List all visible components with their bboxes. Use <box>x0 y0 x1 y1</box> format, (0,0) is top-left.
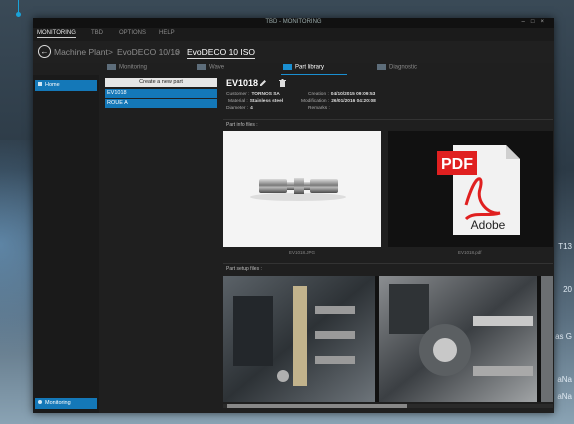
info-creation: Creation :04/10/2015 09:09:53 <box>308 92 375 97</box>
window-title: TBD - MONITORING <box>265 19 322 25</box>
crumb-evodeco-1010[interactable]: EvoDECO 10/10 <box>117 47 180 57</box>
crumb-separator: > <box>175 47 180 57</box>
tab-label: Wave <box>209 64 225 71</box>
sidebar-item-label: Home <box>45 82 60 88</box>
info-modification: Modification :26/01/2016 04:20:08 <box>301 99 376 104</box>
edit-pencil-icon[interactable] <box>259 79 267 87</box>
minimize-button[interactable]: – <box>522 19 531 25</box>
wave-icon <box>197 64 206 70</box>
home-icon <box>38 82 42 86</box>
crumb-separator: > <box>108 47 113 57</box>
tab-diagnostic[interactable]: Diagnostic <box>377 64 417 71</box>
info-label: Remarks : <box>308 106 330 111</box>
setup-files-strip <box>223 276 553 402</box>
background-text: T13 <box>558 242 572 251</box>
info-label: Material : <box>228 99 248 104</box>
info-value: 26/01/2016 04:20:08 <box>331 99 376 104</box>
title-bar: TBD - MONITORING –□× <box>33 18 554 28</box>
file-caption: EV1018.JPG <box>289 250 316 255</box>
info-value: 04/10/2015 09:09:53 <box>330 92 376 97</box>
setup-photo[interactable] <box>223 276 375 402</box>
tab-label: Part library <box>295 64 325 71</box>
info-value: Stainless steel <box>249 99 284 104</box>
tab-label: Monitoring <box>119 64 148 71</box>
monitoring-icon <box>38 400 42 404</box>
cursor-dot <box>16 12 21 17</box>
turned-part-image <box>250 178 346 201</box>
app-window: TBD - MONITORING –□× MONITORING TBD OPTI… <box>33 18 554 413</box>
info-label: Diameter : <box>226 106 249 111</box>
adobe-label: Adobe <box>471 218 506 232</box>
info-label: Modification : <box>301 99 330 104</box>
part-list-item[interactable]: EV1018 <box>105 89 217 98</box>
file-caption: EV1018.pdf <box>458 250 482 255</box>
trash-icon[interactable] <box>279 79 286 87</box>
setup-photo[interactable] <box>379 276 537 402</box>
scrollbar-thumb[interactable] <box>227 404 407 408</box>
tab-monitoring[interactable]: Monitoring <box>107 64 147 71</box>
background-text: 20 <box>563 285 572 294</box>
close-button[interactable]: × <box>540 19 550 25</box>
part-setup-files-label: Part setup files : <box>226 266 262 272</box>
monitoring-button[interactable]: Monitoring <box>35 398 97 409</box>
background-text: aNa <box>557 375 572 384</box>
section-divider <box>223 119 553 120</box>
monitoring-button-label: Monitoring <box>45 400 71 406</box>
setup-photos <box>223 276 553 402</box>
tab-bar: Monitoring Wave Part library Diagnostic <box>103 63 543 75</box>
back-arrow-icon[interactable]: ← <box>38 45 51 58</box>
library-icon <box>283 64 292 70</box>
part-title: EV1018 <box>226 78 259 88</box>
menu-monitoring[interactable]: MONITORING <box>37 30 76 38</box>
breadcrumb: ← Machine Plant > EvoDECO 10/10 > EvoDEC… <box>33 41 554 63</box>
info-customer: Customer : TORNOS SA <box>226 92 280 97</box>
menu-options[interactable]: OPTIONS <box>119 30 146 36</box>
parts-list-panel: Create a new part EV1018 ROUE A <box>105 78 219 118</box>
sidebar-item-home[interactable]: Home <box>35 80 97 91</box>
menu-help[interactable]: HELP <box>159 30 175 36</box>
section-divider <box>223 263 553 264</box>
crumb-machine-plant[interactable]: Machine Plant <box>54 47 108 57</box>
sidebar: Home <box>33 75 99 413</box>
monitoring-icon <box>107 64 116 70</box>
tab-wave[interactable]: Wave <box>197 64 224 71</box>
menu-bar: MONITORING TBD OPTIONS HELP <box>33 28 554 41</box>
window-controls: –□× <box>522 19 550 25</box>
info-diameter: Diameter :4 <box>226 106 253 111</box>
pdf-document-icon: PDF Adobe <box>437 145 520 235</box>
part-info-files-label: Part info files : <box>226 122 258 128</box>
info-label: Customer : <box>226 92 250 97</box>
background-text: as G <box>555 332 572 341</box>
background-text: aNa <box>557 392 572 401</box>
pdf-badge: PDF <box>441 156 473 173</box>
setup-photo[interactable] <box>541 276 553 402</box>
part-list-item[interactable]: ROUE A <box>105 99 217 108</box>
menu-tbd[interactable]: TBD <box>91 30 103 36</box>
pdf-thumbnail[interactable]: PDF Adobe <box>388 131 553 247</box>
part-photo-thumbnail[interactable] <box>223 131 381 247</box>
active-tab-indicator <box>281 74 347 75</box>
info-value: 4 <box>250 106 253 111</box>
tab-part-library[interactable]: Part library <box>283 64 324 71</box>
info-material: Material : Stainless steel <box>228 99 283 104</box>
info-remarks: Remarks : <box>308 106 332 111</box>
diagnostic-icon <box>377 64 386 70</box>
info-value: TORNOS SA <box>251 92 280 97</box>
tab-label: Diagnostic <box>389 64 418 71</box>
horizontal-scrollbar[interactable] <box>223 404 553 408</box>
create-part-button[interactable]: Create a new part <box>105 78 217 87</box>
info-label: Creation : <box>308 92 329 97</box>
crumb-current: EvoDECO 10 ISO <box>187 47 256 59</box>
